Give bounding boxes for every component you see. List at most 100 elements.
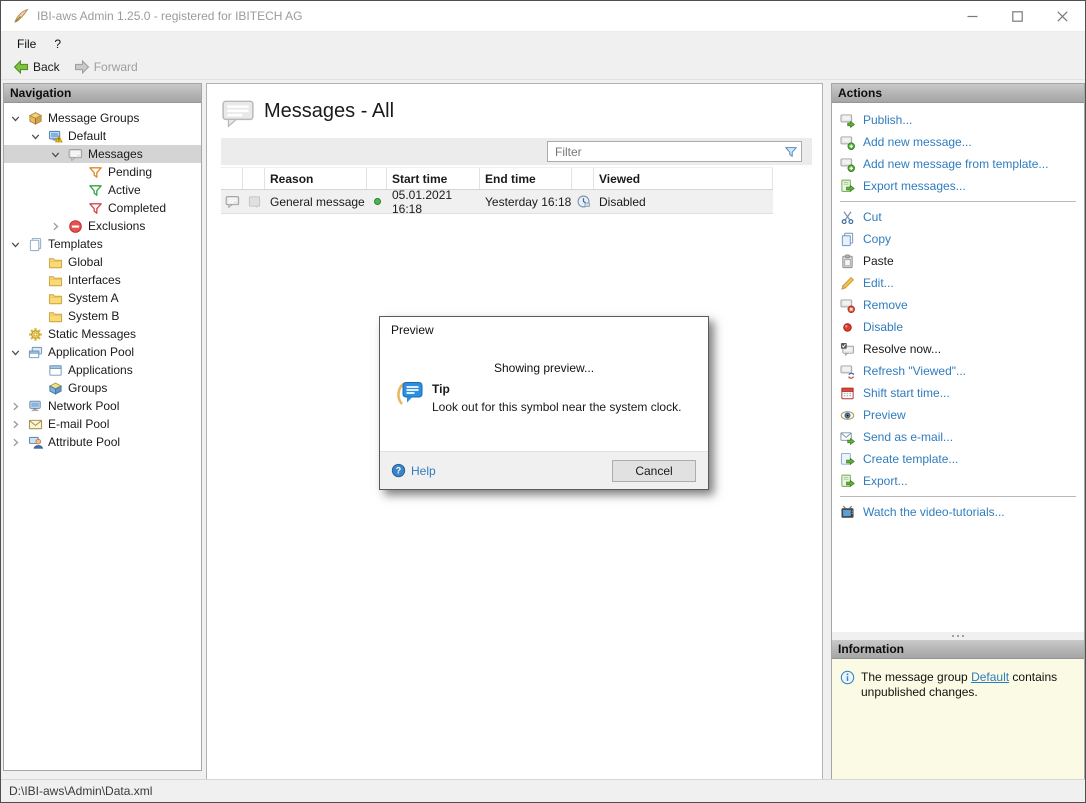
menu-help[interactable]: ? — [45, 35, 70, 53]
messages-table: Reason Start time End time Viewed Genera… — [221, 167, 773, 216]
action-remove[interactable]: Remove — [832, 294, 1084, 316]
actions-separator — [840, 496, 1076, 497]
tree-item-active[interactable]: Active — [4, 181, 201, 199]
col-message-icon[interactable] — [221, 168, 243, 189]
tree-item-groups[interactable]: Groups — [4, 379, 201, 397]
minimize-button[interactable] — [950, 1, 995, 31]
action-watch-video-tutorials[interactable]: Watch the video-tutorials... — [832, 501, 1084, 523]
tree-item-applications[interactable]: Applications — [4, 361, 201, 379]
monitor-warning-icon — [48, 129, 63, 144]
clock-icon — [576, 194, 591, 209]
tip-bubble-icon — [395, 377, 427, 409]
window-controls — [950, 1, 1085, 31]
message-icon — [68, 147, 83, 162]
back-button[interactable]: Back — [6, 57, 67, 77]
tree-label: Exclusions — [88, 219, 146, 233]
title-bar: IBI-aws Admin 1.25.0 - registered for IB… — [1, 1, 1085, 32]
scissors-icon — [840, 210, 855, 225]
action-export[interactable]: Export... — [832, 470, 1084, 492]
messages-icon — [221, 96, 255, 130]
cancel-label: Cancel — [635, 463, 673, 478]
tree-item-default[interactable]: Default — [4, 127, 201, 145]
help-icon — [391, 463, 406, 478]
action-label: Shift start time... — [863, 386, 950, 400]
tree-item-global[interactable]: Global — [4, 253, 201, 271]
cancel-button[interactable]: Cancel — [612, 459, 696, 482]
tree-item-network-pool[interactable]: Network Pool — [4, 397, 201, 415]
tree-item-message-groups[interactable]: Message Groups — [4, 109, 201, 127]
action-add-message-from-template[interactable]: Add new message from template... — [832, 153, 1084, 175]
action-copy[interactable]: Copy — [832, 228, 1084, 250]
help-link[interactable]: Help — [391, 463, 436, 478]
action-label: Cut — [863, 210, 882, 224]
tree-item-exclusions[interactable]: Exclusions — [4, 217, 201, 235]
filter-input[interactable] — [548, 144, 781, 159]
back-label: Back — [33, 60, 60, 74]
chevron-right-icon[interactable] — [9, 400, 22, 413]
menu-file[interactable]: File — [8, 35, 45, 53]
tree-item-application-pool[interactable]: Application Pool — [4, 343, 201, 361]
tree-item-interfaces[interactable]: Interfaces — [4, 271, 201, 289]
action-resolve-now[interactable]: Resolve now... — [832, 338, 1084, 360]
information-panel: The message group Default contains unpub… — [832, 659, 1084, 779]
tree-label: System A — [68, 291, 119, 305]
tree-item-email-pool[interactable]: E-mail Pool — [4, 415, 201, 433]
col-reason[interactable]: Reason — [265, 168, 367, 189]
chevron-right-icon[interactable] — [9, 418, 22, 431]
action-label: Paste — [863, 254, 894, 268]
action-shift-start-time[interactable]: Shift start time... — [832, 382, 1084, 404]
tree-item-system-a[interactable]: System A — [4, 289, 201, 307]
chevron-down-icon[interactable] — [49, 148, 62, 161]
action-refresh-viewed[interactable]: Refresh "Viewed"... — [832, 360, 1084, 382]
table-row[interactable]: General message 05.01.2021 16:18 Yesterd… — [221, 188, 773, 216]
action-edit[interactable]: Edit... — [832, 272, 1084, 294]
chevron-right-icon[interactable] — [49, 220, 62, 233]
tree-item-system-b[interactable]: System B — [4, 307, 201, 325]
col-end-time[interactable]: End time — [480, 168, 572, 189]
funnel-red-icon — [88, 201, 103, 216]
col-status[interactable] — [367, 168, 387, 189]
action-export-messages[interactable]: Export messages... — [832, 175, 1084, 197]
calendar-icon — [840, 386, 855, 401]
close-button[interactable] — [1040, 1, 1085, 31]
tree-label: Interfaces — [68, 273, 121, 287]
action-paste[interactable]: Paste — [832, 250, 1084, 272]
action-send-as-email[interactable]: Send as e-mail... — [832, 426, 1084, 448]
filter-funnel-button[interactable] — [781, 142, 801, 161]
action-preview[interactable]: Preview — [832, 404, 1084, 426]
chevron-right-icon[interactable] — [9, 436, 22, 449]
panel-splitter[interactable] — [832, 632, 1084, 640]
tree-item-static-messages[interactable]: Static Messages — [4, 325, 201, 343]
col-viewed[interactable]: Viewed — [594, 168, 773, 189]
col-type-icon[interactable] — [243, 168, 265, 189]
back-arrow-icon — [13, 59, 29, 75]
action-cut[interactable]: Cut — [832, 206, 1084, 228]
funnel-icon — [784, 145, 798, 159]
action-publish[interactable]: Publish... — [832, 109, 1084, 131]
action-disable[interactable]: Disable — [832, 316, 1084, 338]
tree-item-completed[interactable]: Completed — [4, 199, 201, 217]
forward-button[interactable]: Forward — [67, 57, 145, 77]
default-group-link[interactable]: Default — [971, 670, 1009, 684]
chevron-down-icon[interactable] — [9, 112, 22, 125]
tree-label: Network Pool — [48, 399, 120, 413]
tree-label: Applications — [68, 363, 133, 377]
action-create-template[interactable]: Create template... — [832, 448, 1084, 470]
tree-item-attribute-pool[interactable]: Attribute Pool — [4, 433, 201, 451]
col-viewed-icon[interactable] — [572, 168, 594, 189]
tree-item-messages[interactable]: Messages — [4, 145, 201, 163]
documents-icon — [28, 237, 43, 252]
tree-item-templates[interactable]: Templates — [4, 235, 201, 253]
chevron-down-icon[interactable] — [9, 346, 22, 359]
tree-item-pending[interactable]: Pending — [4, 163, 201, 181]
maximize-button[interactable] — [995, 1, 1040, 31]
page-title: Messages - All — [264, 100, 395, 122]
col-start-time[interactable]: Start time — [387, 168, 480, 189]
chevron-down-icon[interactable] — [9, 238, 22, 251]
information-header: Information — [832, 640, 1084, 659]
navigation-panel: Navigation Message Groups Default Messag… — [3, 83, 202, 771]
actions-separator — [840, 201, 1076, 202]
chevron-down-icon[interactable] — [29, 130, 42, 143]
export-doc-icon — [840, 474, 855, 489]
action-add-new-message[interactable]: Add new message... — [832, 131, 1084, 153]
